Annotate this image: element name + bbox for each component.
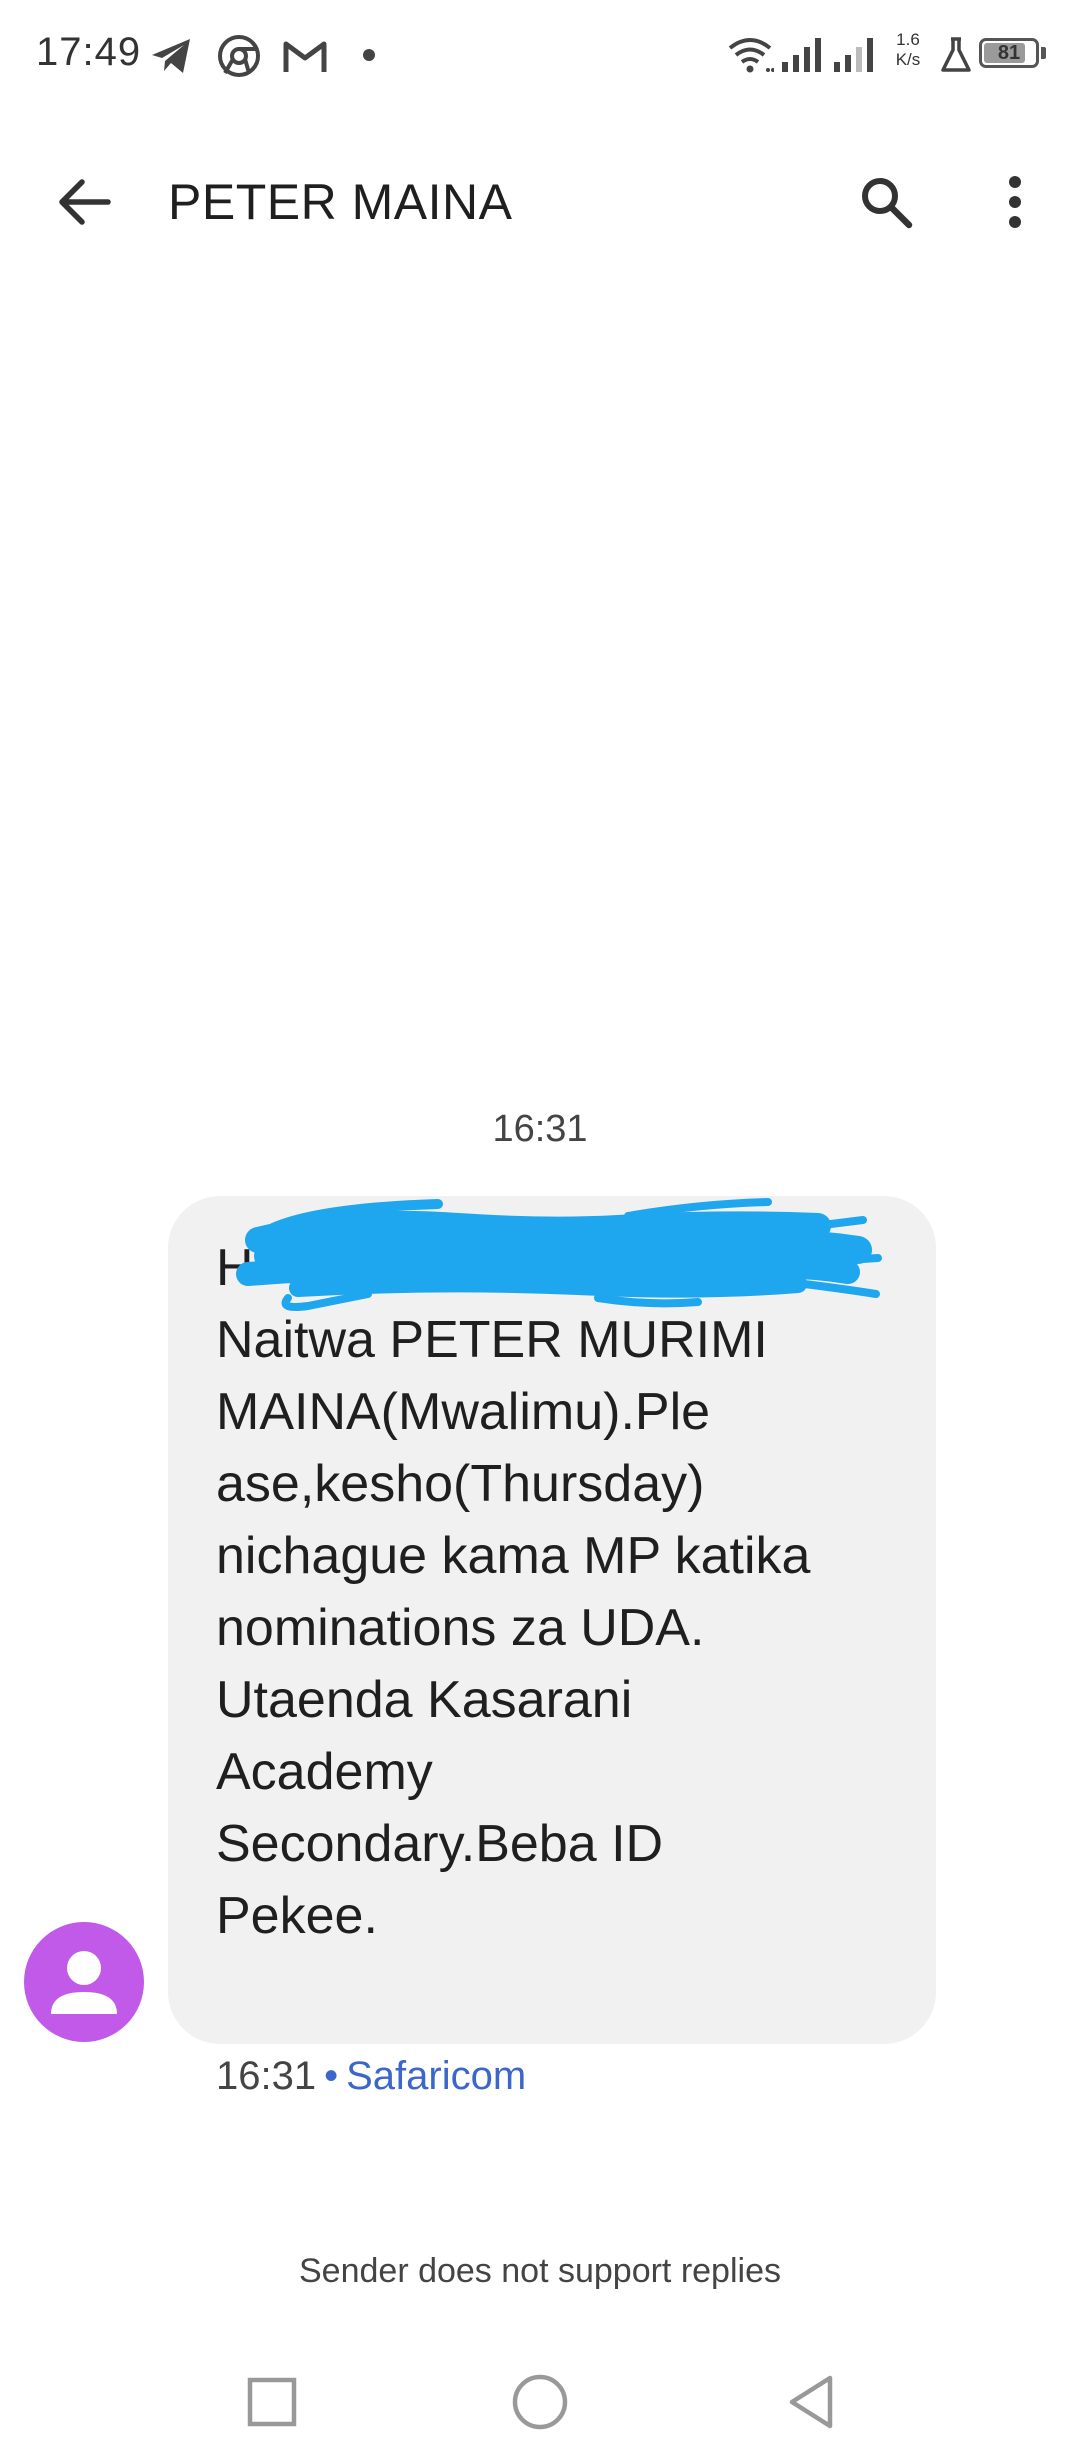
message-time-divider: 16:31: [492, 1108, 588, 1150]
message-line: Secondary.Beba ID: [216, 1815, 664, 1873]
status-bar: 17:49 1.6 K/s 81: [0, 0, 1080, 110]
more-vert-icon: [1009, 176, 1021, 228]
home-button[interactable]: [500, 2362, 580, 2442]
message-line: Pekee.: [216, 1887, 378, 1945]
recents-button[interactable]: [232, 2362, 312, 2442]
battery-tip: [1041, 47, 1046, 59]
lab-icon: [941, 37, 971, 72]
conversation-title: PETER MAINA: [168, 174, 513, 230]
back-nav-button[interactable]: [772, 2362, 852, 2442]
message-line: ase,kesho(Thursday): [216, 1455, 705, 1513]
search-button[interactable]: [846, 162, 926, 242]
telegram-icon: [152, 39, 190, 73]
status-time: 17:49: [36, 30, 142, 74]
notification-dot-icon: [363, 49, 375, 61]
message-timestamp: 16:31: [216, 2054, 317, 2098]
sender-avatar[interactable]: [24, 1922, 144, 2042]
signal-icon: [834, 38, 873, 72]
network-speed: 1.6 K/s: [888, 30, 928, 70]
wifi-icon: [728, 38, 774, 73]
message-line: Utaenda Kasarani: [216, 1671, 633, 1729]
meta-separator: •: [324, 2054, 339, 2098]
battery-icon: 81: [979, 38, 1039, 68]
network-speed-value: 1.6: [896, 30, 920, 49]
arrow-back-icon: [59, 179, 111, 225]
chrome-icon: [218, 35, 260, 77]
more-options-button[interactable]: [980, 162, 1050, 242]
message-line: nominations za UDA.: [216, 1599, 705, 1657]
network-speed-unit: K/s: [895, 50, 921, 69]
message-line: Academy: [216, 1743, 433, 1801]
battery-percent: 81: [997, 42, 1021, 64]
no-reply-notice: Sender does not support replies: [299, 2252, 781, 2290]
message-text: Hi Naitwa PETER MURIMI MAINA(Mwalimu).Pl…: [216, 1232, 888, 1952]
person-icon: [51, 1951, 117, 2014]
message-meta: 16:31 • Safaricom: [216, 2054, 526, 2099]
back-button[interactable]: [44, 162, 124, 242]
triangle-back-icon: [789, 2375, 833, 2429]
search-icon: [862, 178, 913, 229]
gmail-icon: [283, 41, 327, 72]
sim-carrier-label: Safaricom: [346, 2054, 527, 2098]
square-icon: [247, 2377, 297, 2427]
redaction-scribble: [236, 1198, 882, 1311]
signal-icon: [782, 38, 821, 72]
message-line: MAINA(Mwalimu).Ple: [216, 1383, 711, 1441]
circle-icon: [512, 2374, 568, 2430]
message-line: nichague kama MP katika: [216, 1527, 811, 1585]
message-bubble[interactable]: Hi Naitwa PETER MURIMI MAINA(Mwalimu).Pl…: [168, 1196, 936, 2044]
